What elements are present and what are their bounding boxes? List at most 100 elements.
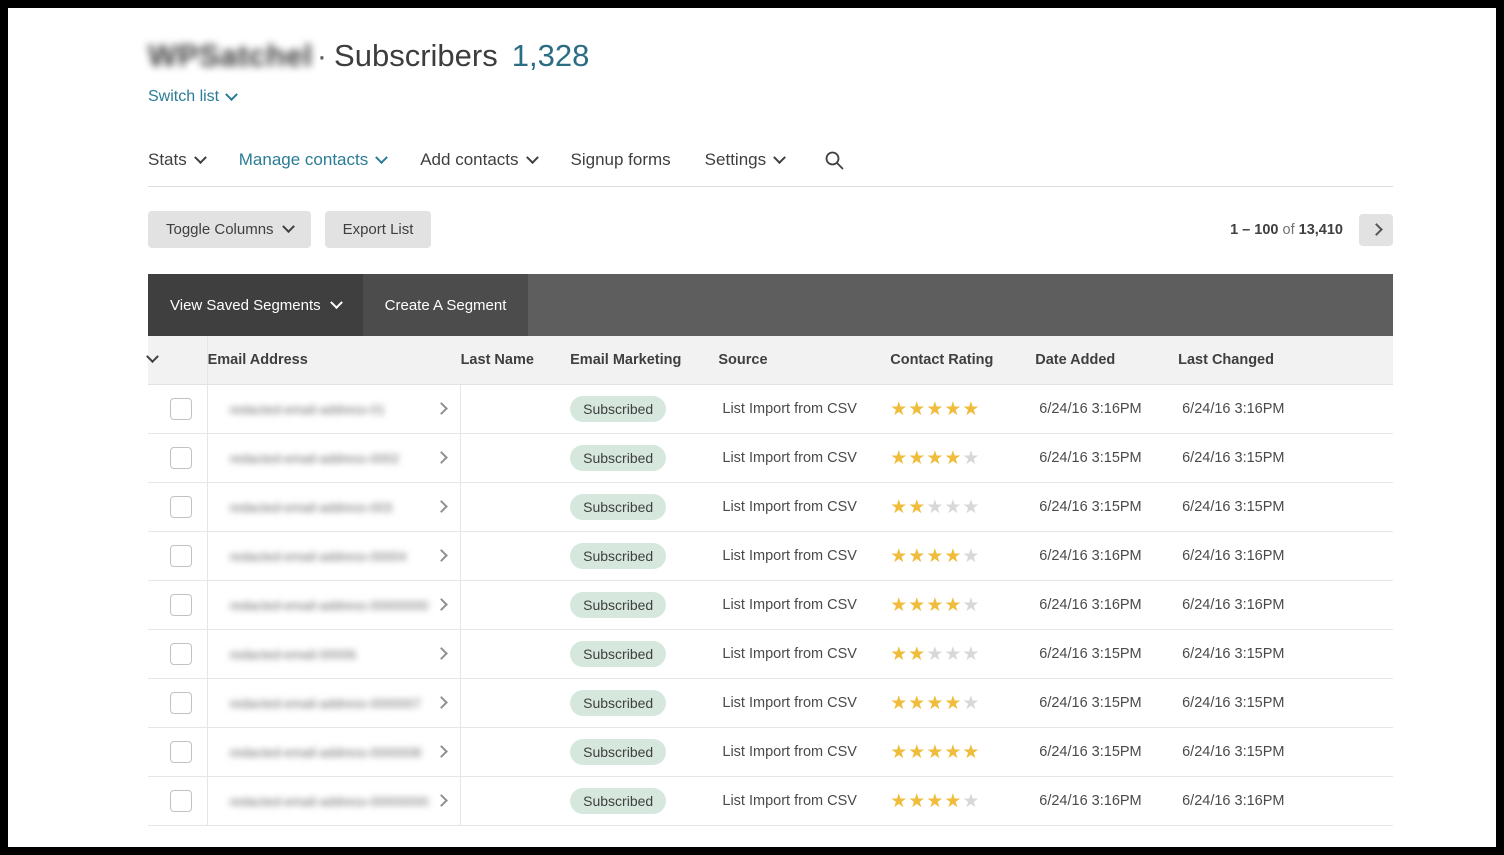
chevron-right-icon[interactable] [435, 744, 448, 760]
toggle-columns-label: Toggle Columns [166, 221, 274, 238]
star-icon: ★ [962, 692, 981, 714]
email-address-cell[interactable]: redacted-email-address-0000007 [207, 678, 462, 728]
email-marketing-cell: Subscribed [570, 678, 719, 728]
email-address-cell[interactable]: redacted-email-00006 [207, 629, 462, 679]
contact-rating-cell[interactable]: ★★★★★ [890, 482, 1036, 532]
table-row[interactable]: redacted-email-address-0002 Subscribed Lis… [148, 433, 1393, 483]
email-address-cell[interactable]: redacted-email-address-00000000009 [207, 776, 462, 826]
star-icon: ★ [944, 496, 963, 518]
nav-item-manage-contacts[interactable]: Manage contacts [239, 150, 389, 170]
email-address-cell[interactable]: redacted-email-address-01 [207, 384, 462, 434]
contact-rating-cell[interactable]: ★★★★★ [890, 384, 1036, 434]
subscribers-table: Email Address Last Name Email Marketing … [146, 336, 1393, 826]
export-list-button[interactable]: Export List [324, 211, 432, 248]
star-icon: ★ [962, 447, 981, 469]
switch-list-button[interactable]: Switch list [148, 87, 238, 106]
last-name-cell [460, 776, 571, 826]
last-changed-cell: 6/24/16 3:16PM [1178, 580, 1393, 630]
star-icon: ★ [890, 790, 909, 812]
row-checkbox[interactable] [170, 496, 192, 518]
nav-item-stats[interactable]: Stats [148, 150, 207, 170]
status-badge: Subscribed [570, 690, 667, 716]
star-icon: ★ [908, 398, 927, 420]
toggle-columns-button[interactable]: Toggle Columns [148, 211, 311, 248]
email-address-cell[interactable]: redacted-email-address-0000008 [207, 727, 462, 777]
star-icon: ★ [908, 594, 927, 616]
create-segment-tab[interactable]: Create A Segment [362, 274, 529, 336]
contact-rating-cell[interactable]: ★★★★★ [890, 776, 1036, 826]
nav-item-add-contacts[interactable]: Add contacts [420, 150, 539, 170]
nav-label: Add contacts [420, 150, 519, 169]
chevron-right-icon[interactable] [435, 793, 448, 809]
email-address-cell[interactable]: redacted-email-address-003 [207, 482, 462, 532]
last-changed-cell: 6/24/16 3:16PM [1178, 776, 1393, 826]
contact-rating-cell[interactable]: ★★★★★ [890, 531, 1036, 581]
date-added-cell: 6/24/16 3:15PM [1035, 433, 1179, 483]
email-address-cell[interactable]: redacted-email-address-0002 [207, 433, 462, 483]
chevron-right-icon[interactable] [435, 597, 448, 613]
row-checkbox[interactable] [170, 741, 192, 763]
page-header: WPSatchel · Subscribers 1,328 Switch lis… [8, 8, 1496, 106]
star-icon: ★ [962, 398, 981, 420]
last-changed-cell: 6/24/16 3:16PM [1178, 384, 1393, 434]
nav-item-signup-forms[interactable]: Signup forms [571, 150, 671, 170]
chevron-right-icon[interactable] [435, 548, 448, 564]
column-header-contact-rating[interactable]: Contact Rating [890, 336, 1036, 385]
row-checkbox[interactable] [170, 692, 192, 714]
contact-rating-cell[interactable]: ★★★★★ [890, 727, 1036, 777]
star-icon: ★ [926, 545, 945, 567]
chevron-right-icon[interactable] [435, 646, 448, 662]
source-cell: List Import from CSV [718, 776, 891, 826]
last-name-cell [460, 433, 571, 483]
column-header-email-marketing[interactable]: Email Marketing [570, 336, 719, 385]
star-icon: ★ [908, 447, 927, 469]
page-root: WPSatchel · Subscribers 1,328 Switch lis… [8, 8, 1496, 847]
contact-rating-cell[interactable]: ★★★★★ [890, 433, 1036, 483]
next-page-button[interactable] [1359, 213, 1393, 246]
email-address-cell[interactable]: redacted-email-address-00004 [207, 531, 462, 581]
contact-rating-cell[interactable]: ★★★★★ [890, 678, 1036, 728]
select-all-header[interactable] [146, 336, 208, 385]
source-cell: List Import from CSV [718, 678, 891, 728]
row-checkbox[interactable] [170, 398, 192, 420]
column-header-last-name[interactable]: Last Name [460, 336, 571, 385]
status-badge: Subscribed [570, 543, 667, 569]
column-header-last-changed[interactable]: Last Changed [1178, 336, 1393, 385]
search-icon[interactable] [824, 150, 844, 170]
status-badge: Subscribed [570, 445, 667, 471]
star-rating: ★★★★★ [890, 399, 980, 420]
row-checkbox[interactable] [170, 790, 192, 812]
chevron-right-icon[interactable] [435, 450, 448, 466]
column-header-email-address[interactable]: Email Address [207, 336, 461, 385]
contact-rating-cell[interactable]: ★★★★★ [890, 629, 1036, 679]
table-row[interactable]: redacted-email-address-0000007 Subscribed… [148, 678, 1393, 728]
table-row[interactable]: redacted-email-address-00004 Subscribed Li… [148, 531, 1393, 581]
email-address-redacted: redacted-email-address-00000000009 [229, 794, 430, 808]
source-cell: List Import from CSV [718, 531, 891, 581]
chevron-right-icon[interactable] [435, 499, 448, 515]
row-checkbox[interactable] [170, 545, 192, 567]
table-row[interactable]: redacted-email-address-0000008 Subscribed… [148, 727, 1393, 777]
email-address-cell[interactable]: redacted-email-address-000000005 [207, 580, 462, 630]
column-header-source[interactable]: Source [718, 336, 891, 385]
star-icon: ★ [890, 545, 909, 567]
table-row[interactable]: redacted-email-address-00000000009 Subscr… [148, 776, 1393, 826]
chevron-right-icon[interactable] [435, 695, 448, 711]
list-name-redacted: WPSatchel [148, 38, 313, 73]
column-header-date-added[interactable]: Date Added [1035, 336, 1179, 385]
table-row[interactable]: redacted-email-address-01 Subscribed List … [148, 384, 1393, 434]
table-row[interactable]: redacted-email-address-003 Subscribed List… [148, 482, 1393, 532]
table-row[interactable]: redacted-email-00006 Subscribed List Impor… [148, 629, 1393, 679]
row-checkbox[interactable] [170, 594, 192, 616]
contact-rating-cell[interactable]: ★★★★★ [890, 580, 1036, 630]
table-row[interactable]: redacted-email-address-000000005 Subscrib… [148, 580, 1393, 630]
star-rating: ★★★★★ [890, 742, 980, 763]
row-checkbox[interactable] [170, 643, 192, 665]
email-address-redacted: redacted-email-address-0000007 [229, 696, 422, 710]
chevron-right-icon[interactable] [435, 401, 448, 417]
view-saved-segments-tab[interactable]: View Saved Segments [148, 274, 363, 336]
row-checkbox[interactable] [170, 447, 192, 469]
star-icon: ★ [908, 692, 927, 714]
nav-label: Stats [148, 150, 187, 169]
nav-item-settings[interactable]: Settings [705, 150, 786, 170]
